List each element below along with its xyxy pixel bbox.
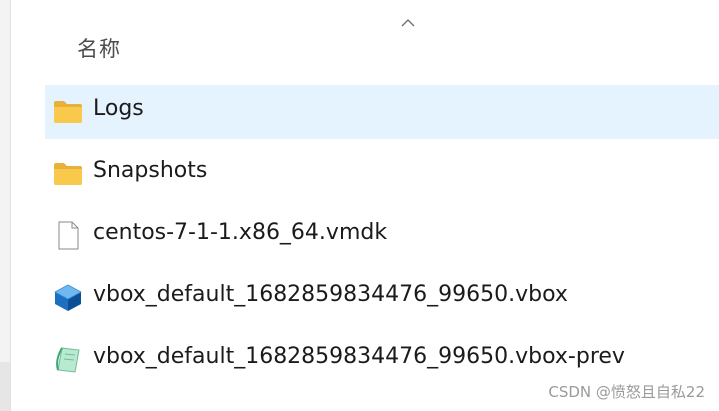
file-name-label: centos-7-1-1.x86_64.vmdk xyxy=(93,220,388,245)
watermark: CSDN @愤怒且自私22 xyxy=(548,383,705,401)
file-name-label: Logs xyxy=(93,96,144,121)
file-row-vbox-prev[interactable]: vbox_default_1682859834476_99650.vbox-pr… xyxy=(45,333,719,387)
file-icon xyxy=(58,221,79,250)
folder-icon xyxy=(54,163,82,185)
file-row-vbox[interactable]: vbox_default_1682859834476_99650.vbox xyxy=(45,271,719,325)
name-column-header[interactable]: 名称 xyxy=(77,33,121,63)
navigation-pane-edge xyxy=(0,0,11,411)
file-row-logs[interactable]: Logs xyxy=(45,85,719,139)
virtualbox-icon xyxy=(54,284,82,311)
vbox-prev-icon xyxy=(56,347,80,373)
sort-ascending-icon[interactable] xyxy=(401,18,415,28)
file-row-vmdk[interactable]: centos-7-1-1.x86_64.vmdk xyxy=(45,209,719,263)
file-list-pane: 名称 Logs Snapshots centos-7-1-1.x86_64.vm… xyxy=(0,0,719,411)
file-row-snapshots[interactable]: Snapshots xyxy=(45,147,719,201)
file-name-label: vbox_default_1682859834476_99650.vbox-pr… xyxy=(93,344,625,369)
navigation-pane-edge-shade xyxy=(0,362,10,411)
folder-icon xyxy=(54,101,82,123)
file-name-label: Snapshots xyxy=(93,158,208,183)
file-name-label: vbox_default_1682859834476_99650.vbox xyxy=(93,282,568,307)
